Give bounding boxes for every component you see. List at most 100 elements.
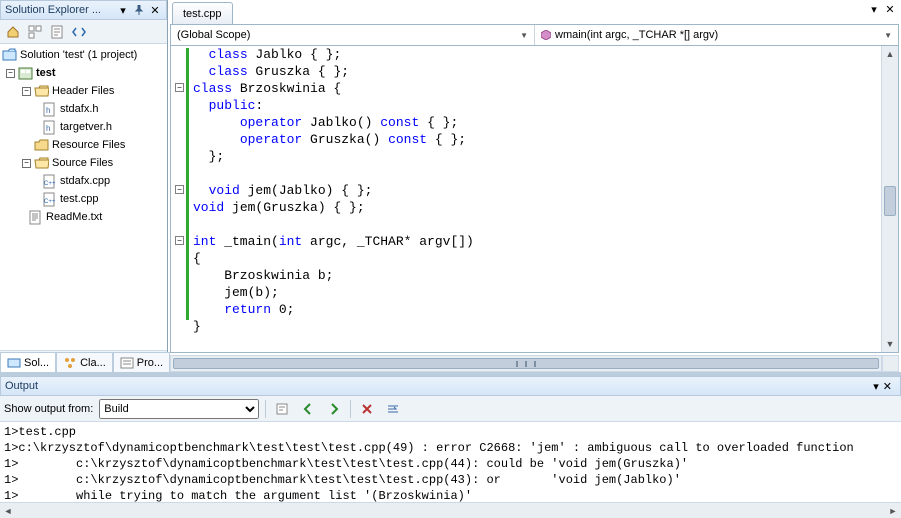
folder-source-files[interactable]: − Source Files: [0, 154, 167, 172]
solution-explorer-title: Solution Explorer ...: [5, 4, 114, 16]
method-icon: [541, 30, 551, 40]
folder-header-files[interactable]: − Header Files: [0, 82, 167, 100]
project-icon: [18, 66, 33, 81]
clear-all-icon[interactable]: [357, 399, 377, 419]
output-horizontal-scrollbar[interactable]: ◄ ►: [0, 502, 901, 518]
solution-explorer-icon: [7, 356, 21, 370]
svg-text:h: h: [46, 106, 50, 115]
output-text[interactable]: 1>test.cpp 1>c:\krzysztof\dynamicoptbenc…: [0, 422, 901, 502]
dropdown-icon[interactable]: ▾: [116, 3, 130, 17]
h-file-icon: h: [42, 102, 57, 117]
scope-right-label: wmain(int argc, _TCHAR *[] argv): [555, 29, 718, 41]
code-text[interactable]: class Jablko { }; class Gruszka { }; cla…: [191, 46, 881, 335]
file-label: targetver.h: [60, 121, 112, 133]
outline-collapse-icon[interactable]: −: [175, 83, 184, 92]
scope-dropdown-right[interactable]: wmain(int argc, _TCHAR *[] argv) ▼: [535, 25, 898, 45]
dropdown-icon[interactable]: ▾: [873, 380, 879, 393]
solution-explorer-toolbar: [0, 20, 167, 44]
separator: [350, 400, 351, 418]
project-label: test: [36, 67, 56, 79]
file-tab-label: test.cpp: [183, 8, 222, 20]
scroll-right-icon[interactable]: ►: [885, 503, 901, 518]
show-output-from-label: Show output from:: [4, 403, 93, 415]
scroll-left-icon[interactable]: ◄: [0, 503, 16, 518]
outline-collapse-icon[interactable]: −: [175, 236, 184, 245]
change-bar: [186, 48, 189, 320]
file-label: ReadMe.txt: [46, 211, 102, 223]
folder-icon: [34, 138, 49, 153]
solution-explorer-panel: Solution Explorer ... ▾ ✕ Solution 'test…: [0, 0, 168, 372]
property-manager-icon: [120, 356, 134, 370]
folder-label: Source Files: [52, 157, 113, 169]
folder-label: Header Files: [52, 85, 114, 97]
tab-dropdown-icon[interactable]: ▾: [867, 2, 881, 16]
close-icon[interactable]: ✕: [883, 380, 892, 393]
pin-icon[interactable]: [132, 3, 146, 17]
collapse-toggle-icon[interactable]: −: [6, 69, 15, 78]
file-stdafx-cpp[interactable]: C++ stdafx.cpp: [0, 172, 167, 190]
file-readme[interactable]: ReadMe.txt: [0, 208, 167, 226]
editor-panel: test.cpp ▾ ✕ (Global Scope) ▼ wmain(int …: [168, 0, 901, 372]
file-label: stdafx.h: [60, 103, 99, 115]
close-tab-icon[interactable]: ✕: [883, 2, 897, 16]
cpp-file-icon: C++: [42, 192, 57, 207]
scroll-up-icon[interactable]: ▲: [882, 46, 898, 62]
outline-gutter: − − −: [171, 46, 191, 352]
file-label: test.cpp: [60, 193, 99, 205]
scrollbar-thumb[interactable]: [173, 358, 879, 369]
folder-label: Resource Files: [52, 139, 125, 151]
goto-prev-icon[interactable]: [298, 399, 318, 419]
folder-resource-files[interactable]: Resource Files: [0, 136, 167, 154]
view-code-icon[interactable]: [70, 23, 88, 41]
show-all-icon[interactable]: [26, 23, 44, 41]
project-node[interactable]: − test: [0, 64, 167, 82]
tab-property-manager[interactable]: Pro...: [113, 352, 170, 372]
tab-class-view[interactable]: Cla...: [56, 352, 113, 372]
spacer: [22, 141, 31, 150]
tab-label: Sol...: [24, 357, 49, 369]
home-icon[interactable]: [4, 23, 22, 41]
outline-collapse-icon[interactable]: −: [175, 185, 184, 194]
horizontal-scrollbar[interactable]: [170, 355, 882, 372]
scroll-down-icon[interactable]: ▼: [882, 336, 898, 352]
file-tab-bar: test.cpp ▾ ✕: [168, 0, 901, 24]
separator: [265, 400, 266, 418]
file-targetver-h[interactable]: h targetver.h: [0, 118, 167, 136]
output-panel: Output ▾ ✕ Show output from: Build 1>tes…: [0, 372, 901, 518]
tab-test-cpp[interactable]: test.cpp: [172, 2, 233, 24]
chevron-down-icon: ▼: [520, 31, 528, 40]
file-label: stdafx.cpp: [60, 175, 110, 187]
explorer-bottom-tabs: Sol... Cla... Pro...: [0, 350, 167, 372]
solution-tree: Solution 'test' (1 project) − test − Hea…: [0, 44, 167, 350]
file-test-cpp[interactable]: C++ test.cpp: [0, 190, 167, 208]
txt-file-icon: [28, 210, 43, 225]
properties-icon[interactable]: [48, 23, 66, 41]
find-message-icon[interactable]: [272, 399, 292, 419]
tab-label: Cla...: [80, 357, 106, 369]
output-title-bar: Output ▾ ✕: [0, 376, 901, 396]
h-file-icon: h: [42, 120, 57, 135]
svg-text:C++: C++: [44, 181, 56, 187]
folder-open-icon: [34, 84, 49, 99]
tab-label: Pro...: [137, 357, 163, 369]
tab-solution-explorer[interactable]: Sol...: [0, 352, 56, 372]
scope-left-label: (Global Scope): [177, 29, 250, 41]
solution-icon: [2, 48, 17, 63]
collapse-toggle-icon[interactable]: −: [22, 87, 31, 96]
class-view-icon: [63, 356, 77, 370]
close-icon[interactable]: ✕: [148, 3, 162, 17]
goto-next-icon[interactable]: [324, 399, 344, 419]
output-toolbar: Show output from: Build: [0, 396, 901, 422]
svg-text:C++: C++: [44, 199, 56, 205]
toggle-wrap-icon[interactable]: [383, 399, 403, 419]
scrollbar-thumb[interactable]: [884, 186, 896, 216]
output-title: Output: [5, 380, 873, 392]
output-source-select[interactable]: Build: [99, 399, 259, 419]
vertical-scrollbar[interactable]: ▲ ▼: [881, 46, 898, 352]
code-editor[interactable]: − − − class Jablko { }; class Gruszka { …: [170, 46, 899, 353]
scope-dropdown-left[interactable]: (Global Scope) ▼: [171, 25, 535, 45]
scrollbar-corner: [882, 355, 899, 372]
solution-node[interactable]: Solution 'test' (1 project): [0, 46, 167, 64]
collapse-toggle-icon[interactable]: −: [22, 159, 31, 168]
file-stdafx-h[interactable]: h stdafx.h: [0, 100, 167, 118]
